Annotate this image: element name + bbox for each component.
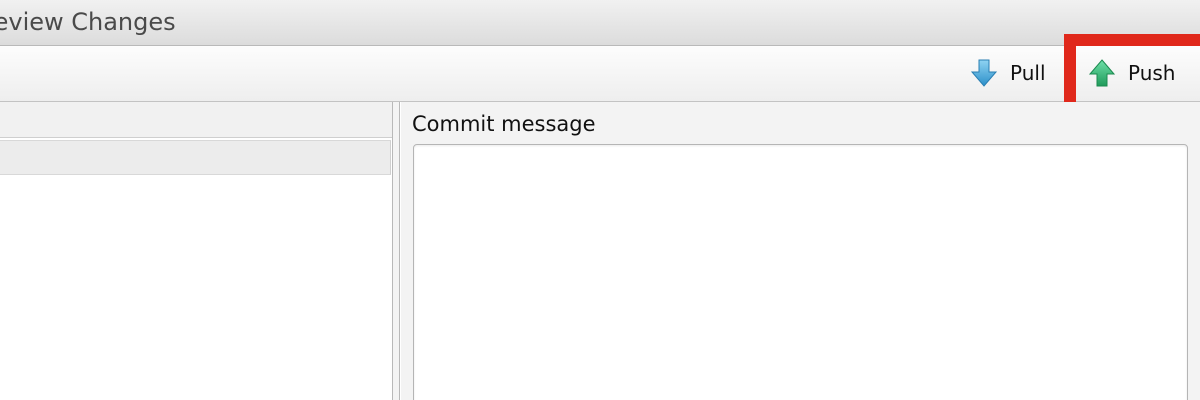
pane-splitter[interactable] <box>393 102 400 400</box>
arrow-down-icon <box>970 58 998 88</box>
commit-message-input[interactable] <box>413 144 1188 400</box>
commit-pane: Commit message <box>401 102 1200 400</box>
pull-label: Pull <box>1010 61 1046 85</box>
push-button[interactable]: Push <box>1088 46 1175 100</box>
changed-files-pane <box>0 102 393 400</box>
file-list-row[interactable] <box>0 140 391 175</box>
pull-button[interactable]: Pull <box>970 46 1046 100</box>
file-list-header <box>0 102 392 138</box>
window-titlebar: Review Changes <box>0 0 1200 46</box>
arrow-up-icon <box>1088 58 1116 88</box>
commit-message-label: Commit message <box>412 112 596 136</box>
toolbar: Pull Push <box>0 34 1200 114</box>
window-title: Review Changes <box>0 8 176 36</box>
push-label: Push <box>1128 61 1176 85</box>
